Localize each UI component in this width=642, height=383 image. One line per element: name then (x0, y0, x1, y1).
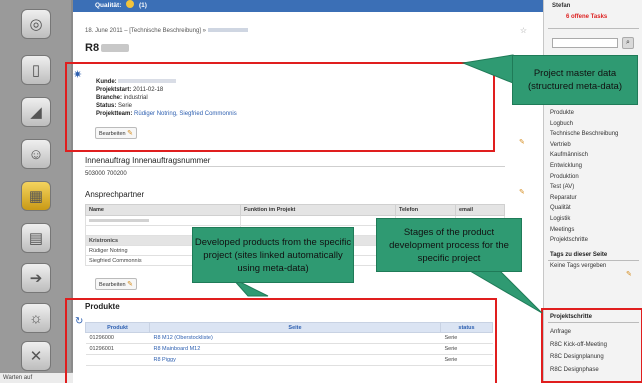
callout-products: Developed products from the specific pro… (192, 227, 354, 283)
arrow-stages (468, 270, 543, 314)
app-window: ◎ ▯ ◢ ☺ ▦ ▤ ➔ ☼ ✕ Warten auf Qualität: (… (0, 0, 642, 383)
callout-master-data: Project master data (structured meta-dat… (512, 55, 638, 105)
callout-stages: Stages of the product development proces… (376, 218, 522, 272)
arrow-master (461, 54, 514, 84)
